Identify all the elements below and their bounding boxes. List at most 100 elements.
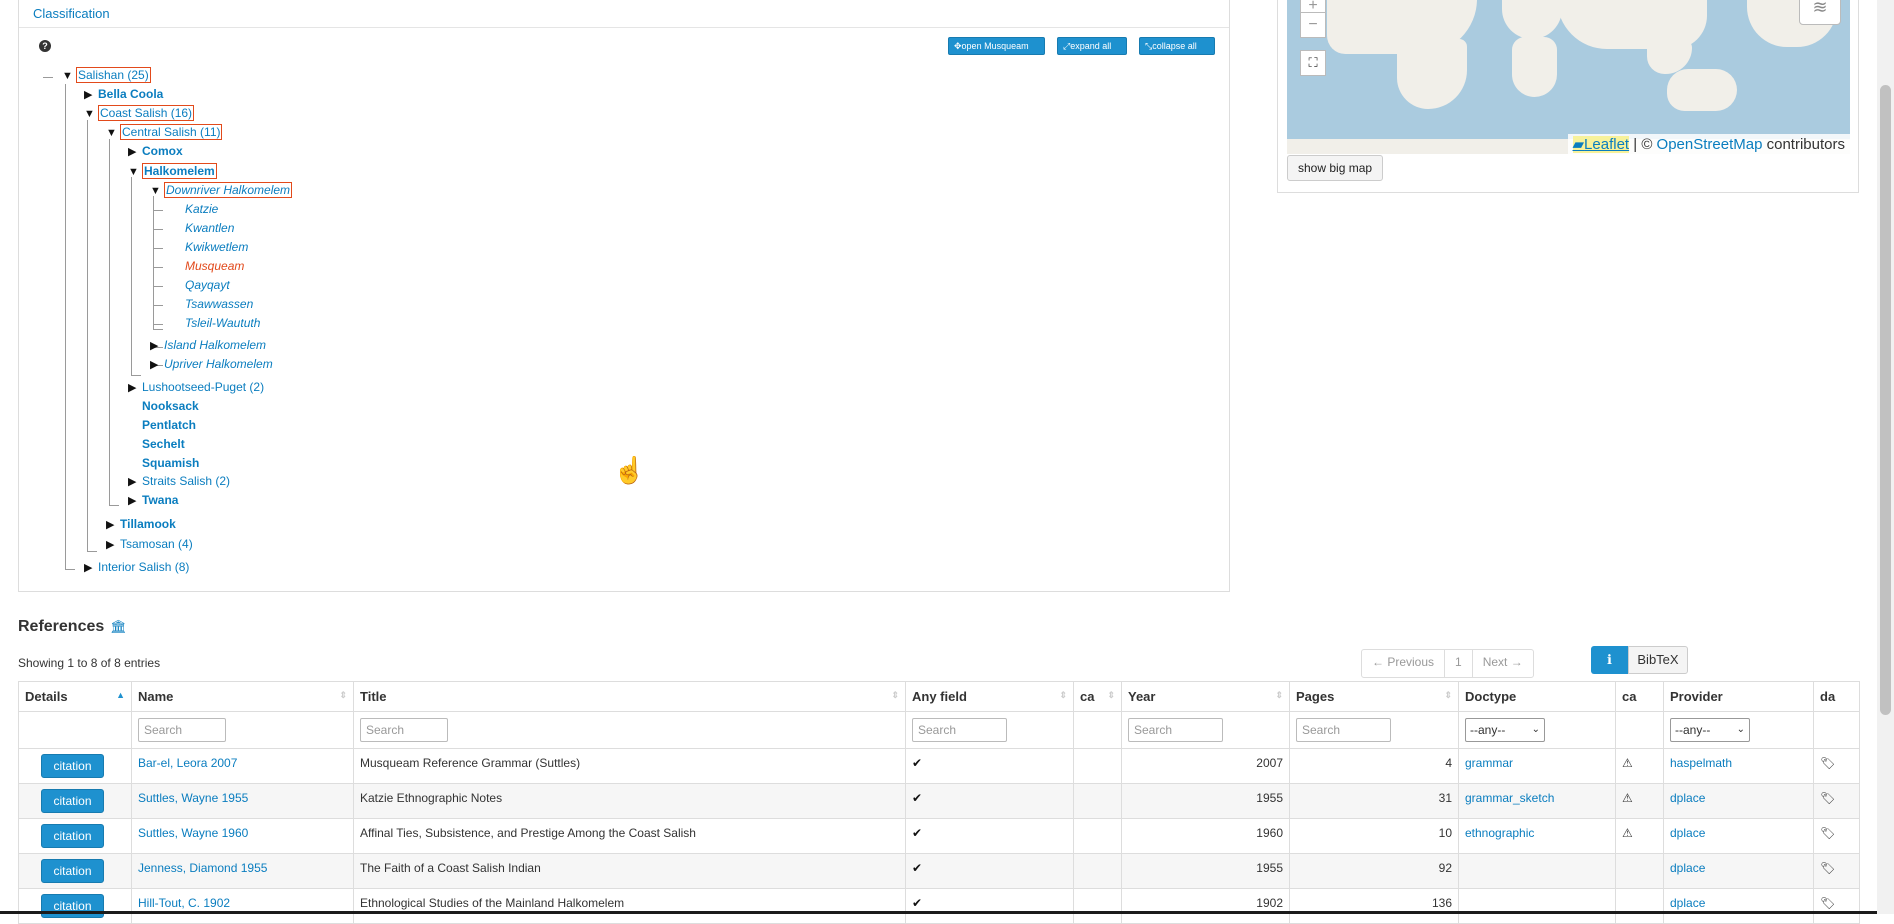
tag-icon[interactable]: 🏷: [1820, 861, 1835, 875]
tree-leaf-musqueam[interactable]: Musqueam: [185, 259, 244, 274]
tree-node-upriver-halkomelem[interactable]: ▶ Upriver Halkomelem: [150, 357, 273, 373]
doctype-link[interactable]: grammar: [1465, 756, 1513, 770]
expanded-arrow-icon[interactable]: ▼: [84, 107, 98, 122]
classification-heading[interactable]: Classification: [19, 0, 1229, 28]
tag-icon[interactable]: 🏷: [1820, 826, 1835, 840]
column-header-ca-2[interactable]: ca: [1615, 681, 1664, 712]
collapsed-arrow-icon[interactable]: ▶: [84, 88, 98, 103]
help-icon[interactable]: ?: [39, 40, 51, 52]
reference-name-link[interactable]: Suttles, Wayne 1955: [138, 791, 248, 805]
collapsed-arrow-icon[interactable]: ▶: [84, 561, 98, 576]
column-header-doctype[interactable]: Doctype: [1458, 681, 1616, 712]
tree-node-twana[interactable]: ▶ Twana: [128, 493, 178, 509]
tree-leaf-squamish[interactable]: Squamish: [142, 456, 199, 471]
provider-link[interactable]: dplace: [1670, 826, 1705, 840]
warning-icon[interactable]: ⚠: [1622, 826, 1633, 840]
collapsed-arrow-icon[interactable]: ▶: [106, 538, 120, 553]
column-header-year[interactable]: Year ⇕: [1121, 681, 1290, 712]
reference-name-link[interactable]: Suttles, Wayne 1960: [138, 826, 248, 840]
any-field-search-input[interactable]: Search: [912, 718, 1007, 742]
page-1-button[interactable]: 1: [1445, 650, 1473, 677]
column-header-pages[interactable]: Pages ⇕: [1289, 681, 1459, 712]
expanded-arrow-icon[interactable]: ▼: [62, 69, 76, 84]
tree-node-island-halkomelem[interactable]: ▶ Island Halkomelem: [150, 338, 266, 354]
vertical-scrollbar[interactable]: [1877, 0, 1894, 914]
collapsed-arrow-icon[interactable]: ▶: [106, 518, 120, 533]
tree-node-salishan[interactable]: ▼ Salishan (25): [62, 67, 151, 84]
citation-button[interactable]: citation: [41, 894, 104, 918]
pages-search-input[interactable]: Search: [1296, 718, 1391, 742]
column-header-details[interactable]: Details ▲: [18, 681, 132, 712]
open-musqueam-button[interactable]: ✥open Musqueam: [948, 37, 1045, 55]
doctype-link[interactable]: ethnographic: [1465, 826, 1534, 840]
tree-node-downriver-halkomelem[interactable]: ▼ Downriver Halkomelem: [150, 182, 293, 199]
collapsed-arrow-icon[interactable]: ▶: [150, 339, 164, 354]
collapse-all-button[interactable]: ⤡collapse all: [1139, 37, 1215, 55]
tree-node-bella-coola[interactable]: ▶ Bella Coola: [84, 87, 163, 103]
citation-button[interactable]: citation: [41, 859, 104, 883]
tree-node-tillamook[interactable]: ▶ Tillamook: [106, 517, 176, 533]
provider-select[interactable]: --any-- ⌄: [1670, 718, 1750, 742]
expanded-arrow-icon[interactable]: ▼: [150, 184, 164, 199]
citation-button[interactable]: citation: [41, 789, 104, 813]
name-search-input[interactable]: Search: [138, 718, 226, 742]
collapsed-arrow-icon[interactable]: ▶: [128, 475, 142, 490]
provider-link[interactable]: dplace: [1670, 861, 1705, 875]
provider-link[interactable]: dplace: [1670, 896, 1705, 910]
leaflet-link[interactable]: ▰Leaflet: [1572, 136, 1630, 153]
tree-node-tsamosan[interactable]: ▶ Tsamosan (4): [106, 537, 193, 553]
tree-node-central-salish[interactable]: ▼ Central Salish (11): [106, 124, 223, 141]
collapsed-arrow-icon[interactable]: ▶: [128, 494, 142, 509]
column-header-da[interactable]: da: [1813, 681, 1860, 712]
tag-icon[interactable]: 🏷: [1820, 791, 1835, 805]
show-big-map-button[interactable]: show big map: [1287, 155, 1384, 181]
map[interactable]: + − ⛶ ≋ ▰Leaflet | © OpenStreetMap contr…: [1287, 0, 1850, 154]
tree-leaf-tsleil-waututh[interactable]: Tsleil-Waututh: [185, 316, 260, 331]
tag-icon[interactable]: 🏷: [1820, 896, 1835, 910]
previous-button[interactable]: ← Previous: [1362, 650, 1446, 677]
tree-node-coast-salish[interactable]: ▼ Coast Salish (16): [84, 105, 195, 122]
tree-node-comox[interactable]: ▶ Comox: [128, 144, 183, 160]
tree-leaf-kwikwetlem[interactable]: Kwikwetlem: [185, 240, 248, 255]
column-header-title[interactable]: Title ⇕: [353, 681, 906, 712]
reference-name-link[interactable]: Bar-el, Leora 2007: [138, 756, 237, 770]
provider-link[interactable]: haspelmath: [1670, 756, 1732, 770]
tree-node-interior-salish[interactable]: ▶ Interior Salish (8): [84, 560, 189, 576]
scrollbar-thumb[interactable]: [1880, 85, 1891, 715]
expanded-arrow-icon[interactable]: ▼: [128, 165, 142, 180]
layers-icon[interactable]: ≋: [1799, 0, 1841, 25]
bibtex-button[interactable]: BibTeX: [1628, 646, 1688, 674]
library-icon[interactable]: 🏛: [110, 619, 127, 634]
tree-leaf-sechelt[interactable]: Sechelt: [142, 437, 185, 452]
tree-leaf-nooksack[interactable]: Nooksack: [142, 399, 199, 414]
column-header-name[interactable]: Name ⇕: [131, 681, 354, 712]
osm-link[interactable]: OpenStreetMap: [1657, 136, 1763, 153]
tree-node-halkomelem[interactable]: ▼ Halkomelem: [128, 163, 217, 180]
tree-leaf-qayqayt[interactable]: Qayqayt: [185, 278, 230, 293]
reference-name-link[interactable]: Hill-Tout, C. 1902: [138, 896, 230, 910]
tree-node-lushootseed-puget[interactable]: ▶ Lushootseed-Puget (2): [128, 380, 264, 396]
column-header-ca[interactable]: ca ⇕: [1073, 681, 1122, 712]
collapsed-arrow-icon[interactable]: ▶: [150, 358, 164, 373]
year-search-input[interactable]: Search: [1128, 718, 1223, 742]
warning-icon[interactable]: ⚠: [1622, 791, 1633, 805]
zoom-out-button[interactable]: −: [1300, 12, 1326, 38]
tree-node-straits-salish[interactable]: ▶ Straits Salish (2): [128, 474, 230, 490]
column-header-provider[interactable]: Provider: [1663, 681, 1814, 712]
tree-leaf-pentlatch[interactable]: Pentlatch: [142, 418, 196, 433]
reference-name-link[interactable]: Jenness, Diamond 1955: [138, 861, 267, 875]
citation-button[interactable]: citation: [41, 754, 104, 778]
next-button[interactable]: Next →: [1473, 650, 1533, 677]
expanded-arrow-icon[interactable]: ▼: [106, 126, 120, 141]
tree-leaf-kwantlen[interactable]: Kwantlen: [185, 221, 234, 236]
doctype-select[interactable]: --any-- ⌄: [1465, 718, 1545, 742]
tag-icon[interactable]: 🏷: [1820, 756, 1835, 770]
doctype-link[interactable]: grammar_sketch: [1465, 791, 1554, 805]
fullscreen-icon[interactable]: ⛶: [1300, 50, 1326, 76]
tree-leaf-katzie[interactable]: Katzie: [185, 202, 218, 217]
info-icon[interactable]: ℹ: [1591, 646, 1628, 674]
citation-button[interactable]: citation: [41, 824, 104, 848]
column-header-any-field[interactable]: Any field ⇕: [905, 681, 1074, 712]
warning-icon[interactable]: ⚠: [1622, 756, 1633, 770]
expand-all-button[interactable]: ⤢expand all: [1057, 37, 1127, 55]
